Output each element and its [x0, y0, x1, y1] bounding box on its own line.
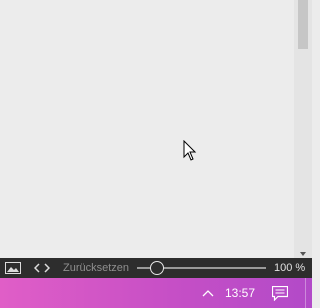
- action-center-icon[interactable]: [268, 278, 292, 308]
- image-icon[interactable]: [3, 258, 23, 278]
- windows-taskbar: 13:57: [0, 278, 312, 308]
- zoom-level-label: 100 %: [274, 262, 306, 274]
- vertical-scrollbar[interactable]: [294, 0, 312, 258]
- taskbar-clock[interactable]: 13:57: [223, 278, 257, 308]
- reset-button[interactable]: Zurücksetzen: [63, 258, 129, 278]
- preview-toolbar: Zurücksetzen 100 %: [0, 258, 312, 278]
- zoom-slider-knob[interactable]: [150, 261, 165, 275]
- scrollbar-thumb[interactable]: [298, 0, 308, 49]
- scroll-down-arrow-icon[interactable]: [298, 246, 308, 256]
- chevron-up-icon[interactable]: [199, 278, 217, 308]
- zoom-slider[interactable]: [137, 258, 266, 278]
- code-icon[interactable]: [32, 258, 52, 278]
- document-canvas[interactable]: [0, 0, 294, 258]
- show-desktop-button[interactable]: [305, 278, 306, 308]
- mouse-pointer-icon: [183, 139, 197, 162]
